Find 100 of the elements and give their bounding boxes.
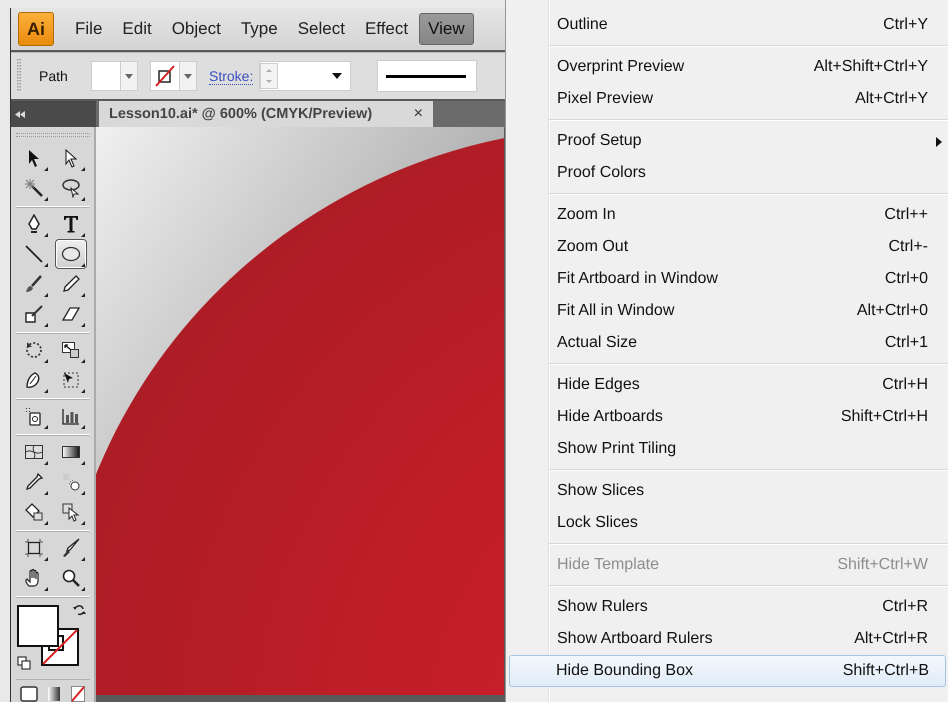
caret-icon[interactable] — [332, 73, 342, 79]
draw-normal-icon[interactable] — [20, 686, 38, 702]
mesh-icon — [24, 442, 44, 462]
no-fill-icon[interactable] — [70, 686, 85, 702]
swap-arrows-icon[interactable] — [72, 603, 86, 617]
menu-item[interactable]: Object — [162, 13, 230, 45]
menu-item[interactable]: Select — [288, 13, 354, 45]
menu-item-label: Lock Slices — [557, 514, 638, 532]
stroke-preview[interactable] — [377, 60, 478, 92]
shortcut-text: Alt+Ctrl+0 — [856, 302, 928, 320]
grip-handle-icon[interactable] — [17, 59, 21, 93]
menu-item[interactable]: Hide Artboards Shift+Ctrl+H — [506, 401, 948, 433]
paint-bucket-icon — [24, 502, 44, 522]
shortcut-text: Alt+Ctrl+Y — [855, 90, 928, 108]
shortcut-text: Ctrl+- — [888, 238, 928, 256]
close-tab-button[interactable]: × — [412, 105, 425, 123]
shortcut-text: Ctrl+Y — [883, 16, 928, 34]
shortcut-text: Alt+Ctrl+R — [854, 630, 928, 648]
blend-icon — [61, 472, 81, 492]
artboard-icon — [24, 538, 44, 558]
stroke-dropdown[interactable] — [180, 61, 197, 91]
stroke-swatch[interactable] — [150, 61, 180, 91]
stroke-weight-field[interactable] — [259, 61, 352, 91]
menu-item-label: Hide Edges — [557, 376, 640, 394]
shortcut-text: Ctrl++ — [884, 206, 928, 224]
menu-item[interactable]: Show Rulers Ctrl+R — [506, 591, 948, 623]
stroke-link[interactable]: Stroke: — [209, 68, 254, 84]
menu-item-label: Zoom Out — [557, 238, 628, 256]
pencil-icon — [61, 274, 81, 294]
selection-type-label: Path — [39, 68, 69, 84]
zoom-icon — [61, 568, 81, 588]
tool-button[interactable] — [55, 239, 87, 269]
menu-item[interactable]: Hide Edges Ctrl+H — [506, 369, 948, 401]
magic-wand-icon — [24, 178, 44, 198]
brush-on-tablet-icon — [24, 304, 44, 324]
menu-item[interactable]: Show Print Tiling — [506, 433, 948, 465]
type-t-icon — [61, 214, 81, 234]
menu-item[interactable]: Zoom Out Ctrl+- — [506, 231, 948, 263]
menu-item[interactable]: Proof Colors — [506, 157, 948, 189]
lasso-icon — [61, 178, 81, 198]
paintbrush-icon — [24, 274, 44, 294]
no-stroke-icon — [154, 65, 176, 87]
menu-item[interactable]: File — [66, 13, 112, 45]
menu-item[interactable]: Outline Ctrl+Y — [506, 9, 948, 41]
bar-chart-icon — [61, 406, 81, 426]
menu-item[interactable]: Overprint Preview Alt+Shift+Ctrl+Y — [506, 51, 948, 83]
rotate-icon — [24, 340, 44, 360]
ellipse-icon — [61, 244, 81, 264]
menu-item-label: Show Print Tiling — [557, 440, 676, 458]
knife-icon — [61, 538, 81, 558]
caret-icon — [184, 74, 192, 78]
menu-item[interactable]: Show Artboard Rulers Alt+Ctrl+R — [506, 623, 948, 655]
shortcut-text: Ctrl+0 — [884, 270, 928, 288]
shortcut-text: Shift+Ctrl+H — [840, 408, 928, 426]
fill-dropdown[interactable] — [121, 61, 138, 91]
menu-item[interactable]: Edit — [113, 13, 161, 45]
menu-item-label: Show Rulers — [557, 598, 648, 616]
menu-item-label: Overprint Preview — [557, 58, 684, 76]
menu-item[interactable]: View — [419, 13, 474, 45]
menu-item[interactable]: Show Slices — [506, 475, 948, 507]
document-title: Lesson10.ai* @ 600% (CMYK/Preview) — [109, 106, 372, 122]
shortcut-text: Ctrl+R — [882, 598, 928, 616]
menu-item[interactable]: Actual Size Ctrl+1 — [506, 327, 948, 359]
menu-item[interactable]: Type — [232, 13, 287, 45]
menu-item-label: Pixel Preview — [557, 90, 654, 108]
scale-icon — [61, 340, 81, 360]
menu-item-label: Actual Size — [557, 334, 638, 352]
menu-item-label: Show Artboard Rulers — [557, 630, 713, 648]
menu-item-label: Show Slices — [557, 482, 644, 500]
menu-item-label: Zoom In — [557, 206, 616, 224]
free-transform-icon — [61, 370, 81, 390]
menu-item-label: Fit Artboard in Window — [557, 270, 718, 288]
shortcut-text: Ctrl+1 — [884, 334, 928, 352]
menu-item-label: Fit All in Window — [557, 302, 674, 320]
menu-item[interactable]: Fit All in Window Alt+Ctrl+0 — [506, 295, 948, 327]
collapse-icon[interactable] — [15, 110, 25, 118]
menu-item-label: Proof Setup — [557, 132, 642, 150]
document-tab[interactable]: Lesson10.ai* @ 600% (CMYK/Preview) × — [99, 101, 433, 127]
eyedropper-icon — [24, 472, 44, 492]
menu-item-label: Proof Colors — [557, 164, 646, 182]
menu-item[interactable]: Proof Setup — [506, 125, 948, 157]
gradient-swatch-icon[interactable] — [47, 686, 62, 702]
caret-icon — [125, 74, 133, 78]
shortcut-text: Shift+Ctrl+W — [837, 556, 928, 574]
menu-item[interactable]: Effect — [356, 13, 418, 45]
shortcut-text: Ctrl+H — [882, 376, 928, 394]
menu-item[interactable]: Pixel Preview Alt+Ctrl+Y — [506, 83, 948, 115]
squares-arrow-icon — [61, 502, 81, 522]
menu-item[interactable]: Lock Slices — [506, 507, 948, 539]
shortcut-text: Alt+Shift+Ctrl+Y — [814, 58, 928, 76]
menu-item-label: Hide Template — [557, 556, 659, 574]
menu-item-label: Outline — [557, 16, 608, 34]
line-icon — [24, 244, 44, 264]
menu-item[interactable]: Hide Bounding Box Shift+Ctrl+B — [509, 655, 946, 687]
menu-item[interactable]: Zoom In Ctrl++ — [506, 199, 948, 231]
shortcut-text: Shift+Ctrl+B — [842, 662, 929, 680]
fill-swatch[interactable] — [91, 61, 121, 91]
app-logo: Ai — [18, 12, 54, 46]
menu-item-label: Hide Artboards — [557, 408, 663, 426]
menu-item[interactable]: Fit Artboard in Window Ctrl+0 — [506, 263, 948, 295]
